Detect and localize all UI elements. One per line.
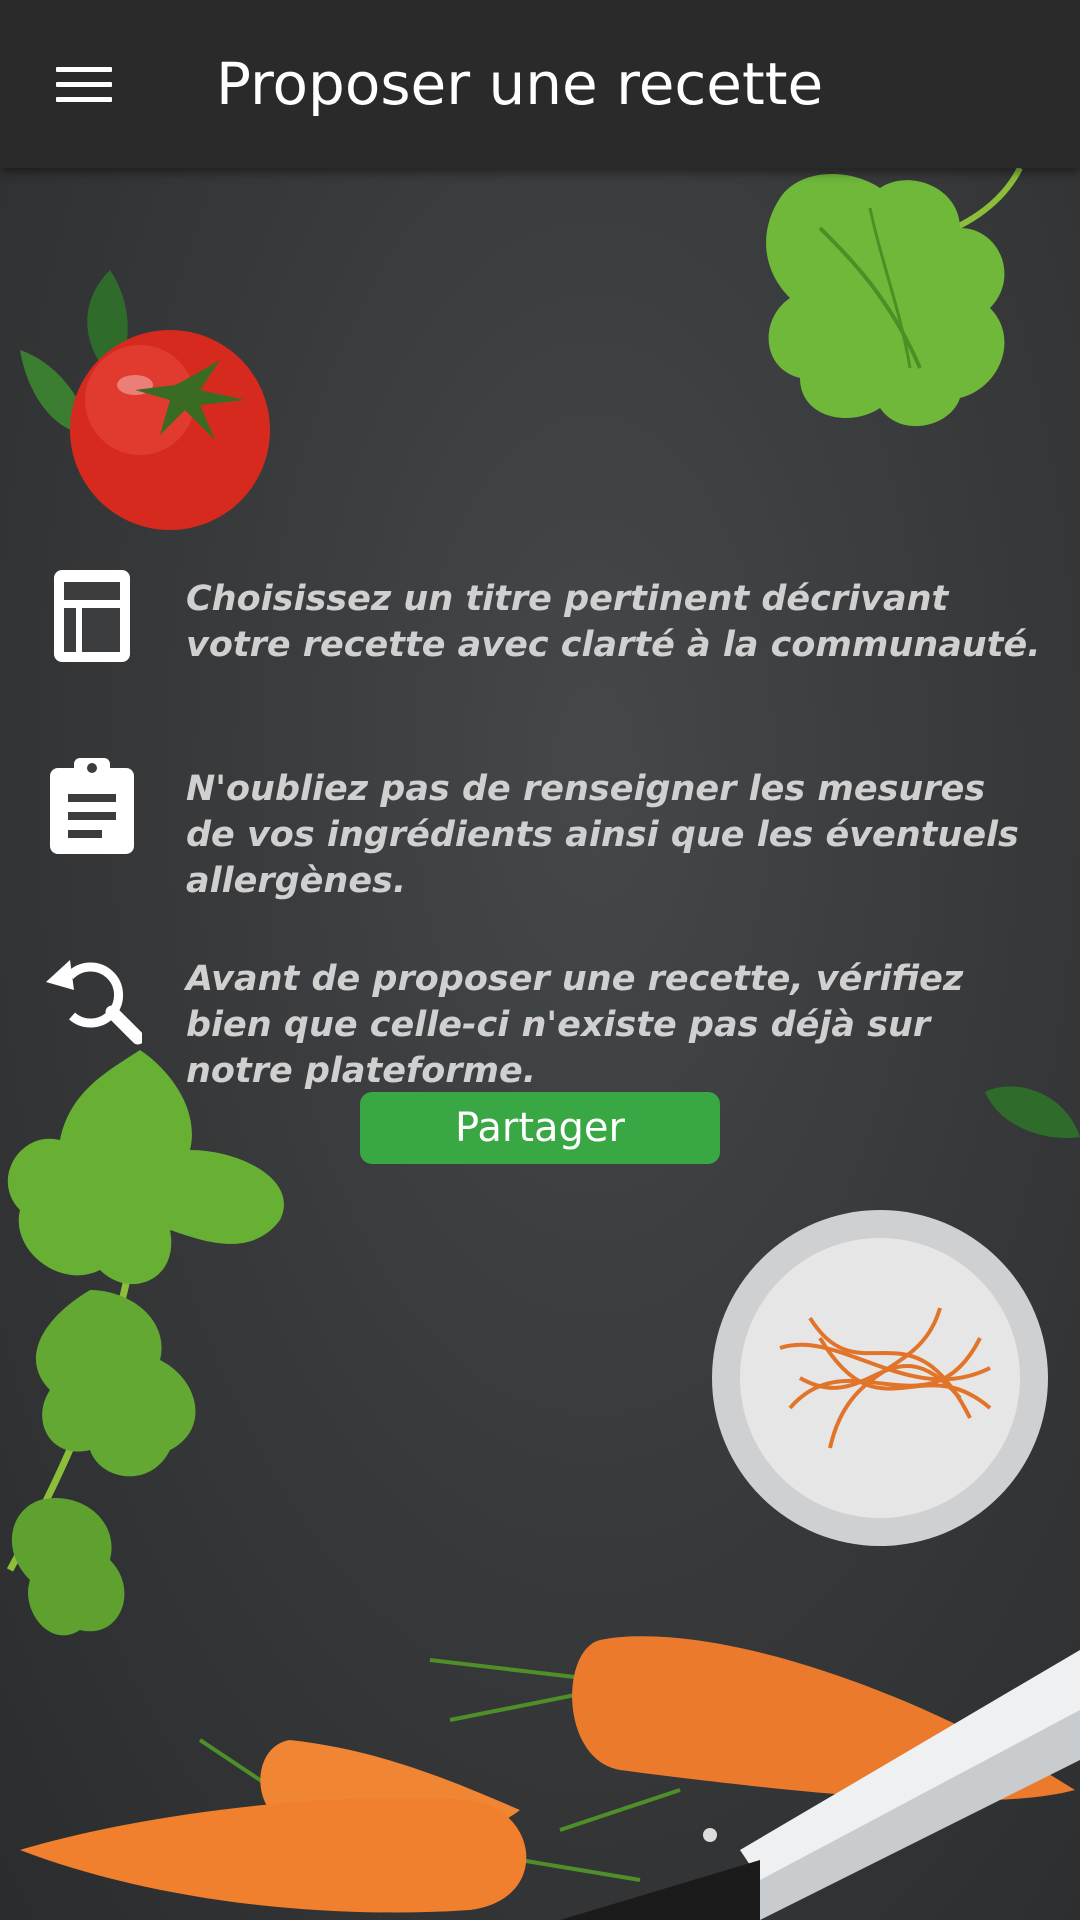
tip-title: Choisissez un titre pertinent décrivant … [0, 566, 1080, 686]
carrot-bowl-illustration [712, 1210, 1048, 1546]
carrots-and-knife-illustration [20, 1636, 1080, 1920]
tip-text: N'oubliez pas de renseigner les mesures … [186, 769, 1019, 901]
clipboard-icon [50, 758, 134, 854]
parsley-left-illustration [6, 1050, 284, 1636]
page-title: Proposer une recette [216, 50, 824, 118]
app-bar: Proposer une recette [0, 0, 1080, 168]
tip-search: Avant de proposer une recette, vérifiez … [0, 946, 1080, 1091]
form-list-icon [54, 570, 130, 662]
tomato-illustration [20, 270, 270, 530]
search-refresh-icon [46, 960, 142, 1045]
share-button[interactable]: Partager [360, 1092, 720, 1164]
hamburger-menu-icon[interactable] [40, 44, 130, 124]
parsley-top-right-illustration [766, 168, 1023, 427]
tip-ingredients: N'oubliez pas de renseigner les mesures … [0, 756, 1080, 901]
tip-text: Avant de proposer une recette, vérifiez … [186, 959, 964, 1091]
tip-text: Choisissez un titre pertinent décrivant … [186, 579, 1041, 665]
